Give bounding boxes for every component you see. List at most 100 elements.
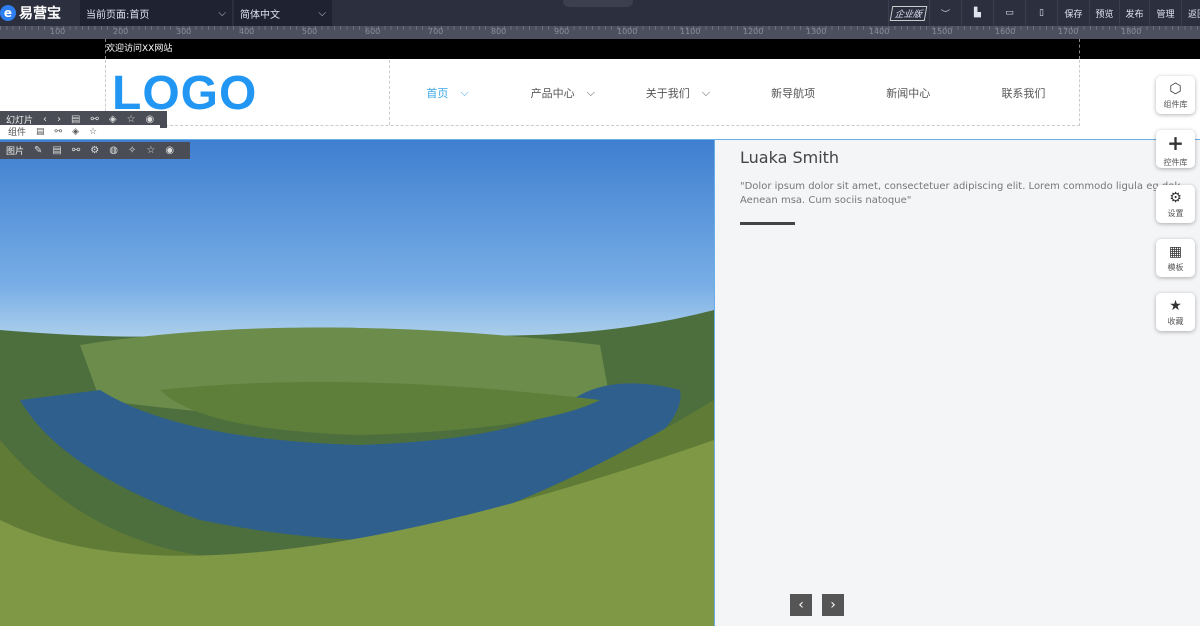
ruler-label: 200 [113,27,129,36]
plus-icon: + [1167,130,1184,155]
brand-name: 易营宝 [19,6,61,22]
ruler-label: 800 [491,27,507,36]
star-icon[interactable]: ☆ [146,145,155,156]
widget-library-button[interactable]: + 控件库 [1156,130,1195,168]
side-label: 组件库 [1163,99,1188,109]
mobile-view-icon[interactable]: ▯ [1025,0,1057,26]
favorites-button[interactable]: ★ 收藏 [1156,293,1195,331]
ruler-label: 100 [50,27,66,36]
nav-label: 关于我们 [645,86,690,100]
settings-icon[interactable]: ⚙ [90,145,99,156]
ruler-label: 300 [176,27,192,36]
nav-label: 新闻中心 [886,86,931,100]
star-icon: ★ [1169,297,1182,314]
edition-label: 企业版 [889,5,928,21]
nav-item-news[interactable]: 新闻中心 [851,60,966,125]
editor-topbar: e 易营宝 当前页面:首页 ⌵ 简体中文 ⌵ 企业版 ︶ ▙ ▭ ▯ 保存 预览 发布… [0,0,1200,26]
component-library-button[interactable]: ⬡ 组件库 [1156,76,1195,114]
cube-icon: ⬡ [1169,80,1182,97]
ruler-label: 700 [428,27,444,36]
chevron-down-icon: ⌵ [318,7,326,19]
side-label: 设置 [1167,208,1184,218]
side-label: 收藏 [1167,316,1184,326]
toolbar-label: 组件 [8,128,27,138]
side-label: 模板 [1167,262,1184,272]
toolbar-label: 图片 [6,147,25,157]
ruler-label: 1700 [1058,27,1079,36]
edit-icon[interactable]: ▤ [52,145,61,156]
ruler-label: 1800 [1121,27,1142,36]
layers-icon[interactable]: ◈ [109,114,117,125]
nav-item-new[interactable]: 新导航项 [736,60,851,125]
ruler-label: 1400 [869,27,890,36]
nav-item-about[interactable]: 关于我们 ⌵ [620,60,735,125]
layout-icon[interactable]: ▙ [961,0,993,26]
pencil-icon[interactable]: ✎ [34,145,42,156]
ruler-label: 1100 [680,27,701,36]
eye-icon[interactable]: ◉ [165,145,174,156]
prev-icon[interactable]: ‹ [43,114,47,125]
collapse-icon[interactable]: ︶ [929,0,961,26]
slideshow: Luaka Smith "Dolor ipsum dolor sit amet,… [0,139,1200,626]
landscape-image [0,310,714,626]
ruler-label: 600 [365,27,381,36]
nav-item-products[interactable]: 产品中心 ⌵ [505,60,620,125]
ruler-label: 500 [302,27,318,36]
slide-name: Luaka Smith [740,148,840,167]
next-icon[interactable]: › [57,114,61,125]
image-toolbar: 图片 ✎ ▤ ⚯ ⚙ ◍ ✧ ☆ ◉ [0,142,190,159]
palette-icon[interactable]: ◍ [109,145,118,156]
settings-button[interactable]: ⚙ 设置 [1156,185,1195,223]
manage-button[interactable]: 管理 [1149,0,1181,26]
gears-icon: ⚙ [1169,189,1182,206]
star-icon[interactable]: ☆ [89,127,97,137]
edit-icon[interactable]: ▤ [36,127,45,137]
link-icon[interactable]: ⚯ [72,145,80,156]
side-label: 控件库 [1163,157,1188,167]
welcome-text: 欢迎访问XX网站 [105,39,1080,59]
page-select[interactable]: 当前页面:首页 ⌵ [80,0,232,26]
nav-label: 产品中心 [530,86,575,100]
nav-label: 新导航项 [771,86,816,100]
language-select[interactable]: 简体中文 ⌵ [234,0,332,26]
page-select-value: 当前页面:首页 [86,9,150,21]
chevron-down-icon: ⌵ [586,85,595,99]
language-select-value: 简体中文 [240,9,280,21]
nav-item-home[interactable]: 首页 ⌵ [390,60,505,125]
desktop-view-icon[interactable]: ▭ [993,0,1025,26]
quote-line-1: "Dolor ipsum dolor sit amet, consectetue… [740,181,1180,192]
prev-slide-button[interactable]: ‹ [790,594,812,616]
brand-e-icon: e [0,5,16,21]
slide-text-panel: Luaka Smith "Dolor ipsum dolor sit amet,… [714,140,1200,626]
ruler-label: 1000 [617,27,638,36]
eye-icon[interactable]: ◉ [146,114,155,125]
nav-label: 联系我们 [1001,86,1046,100]
welcome-bar: 欢迎访问XX网站 [0,39,1200,59]
group-toolbar: 组件 ▤ ⚯ ◈ ☆ [0,125,160,138]
next-slide-button[interactable]: › [822,594,844,616]
link-icon[interactable]: ⚯ [55,127,63,137]
save-button[interactable]: 保存 [1057,0,1089,26]
nav-item-contact[interactable]: 联系我们 [966,60,1081,125]
ruler-label: 900 [554,27,570,36]
chevron-down-icon: ⌵ [460,85,469,99]
ruler-label: 1200 [743,27,764,36]
ruler-label: 400 [239,27,255,36]
chevron-down-icon: ⌵ [701,85,711,99]
preview-button[interactable]: 预览 [1089,0,1119,26]
star-icon[interactable]: ☆ [127,114,136,125]
publish-button[interactable]: 发布 [1119,0,1149,26]
slide-image[interactable] [0,140,714,626]
edit-icon[interactable]: ▤ [71,114,80,125]
template-button[interactable]: ▦ 模板 [1156,239,1195,277]
slide-quote: "Dolor ipsum dolor sit amet, consectetue… [740,180,1180,208]
site-header: LOGO 首页 ⌵ 产品中心 ⌵ 关于我们 ⌵ 新导航项 新闻中心 联系我们 [105,60,1080,126]
ruler-label: 1500 [932,27,953,36]
layers-icon[interactable]: ◈ [72,127,79,137]
divider [740,222,795,225]
link-icon[interactable]: ⚯ [90,114,98,125]
back-button[interactable]: 返回 [1181,0,1200,26]
collapse-handle[interactable] [563,0,633,7]
animation-icon[interactable]: ✧ [128,145,136,156]
ruler: 100 200 300 400 500 600 700 800 900 1000 1100 1200 1… [0,26,1200,39]
